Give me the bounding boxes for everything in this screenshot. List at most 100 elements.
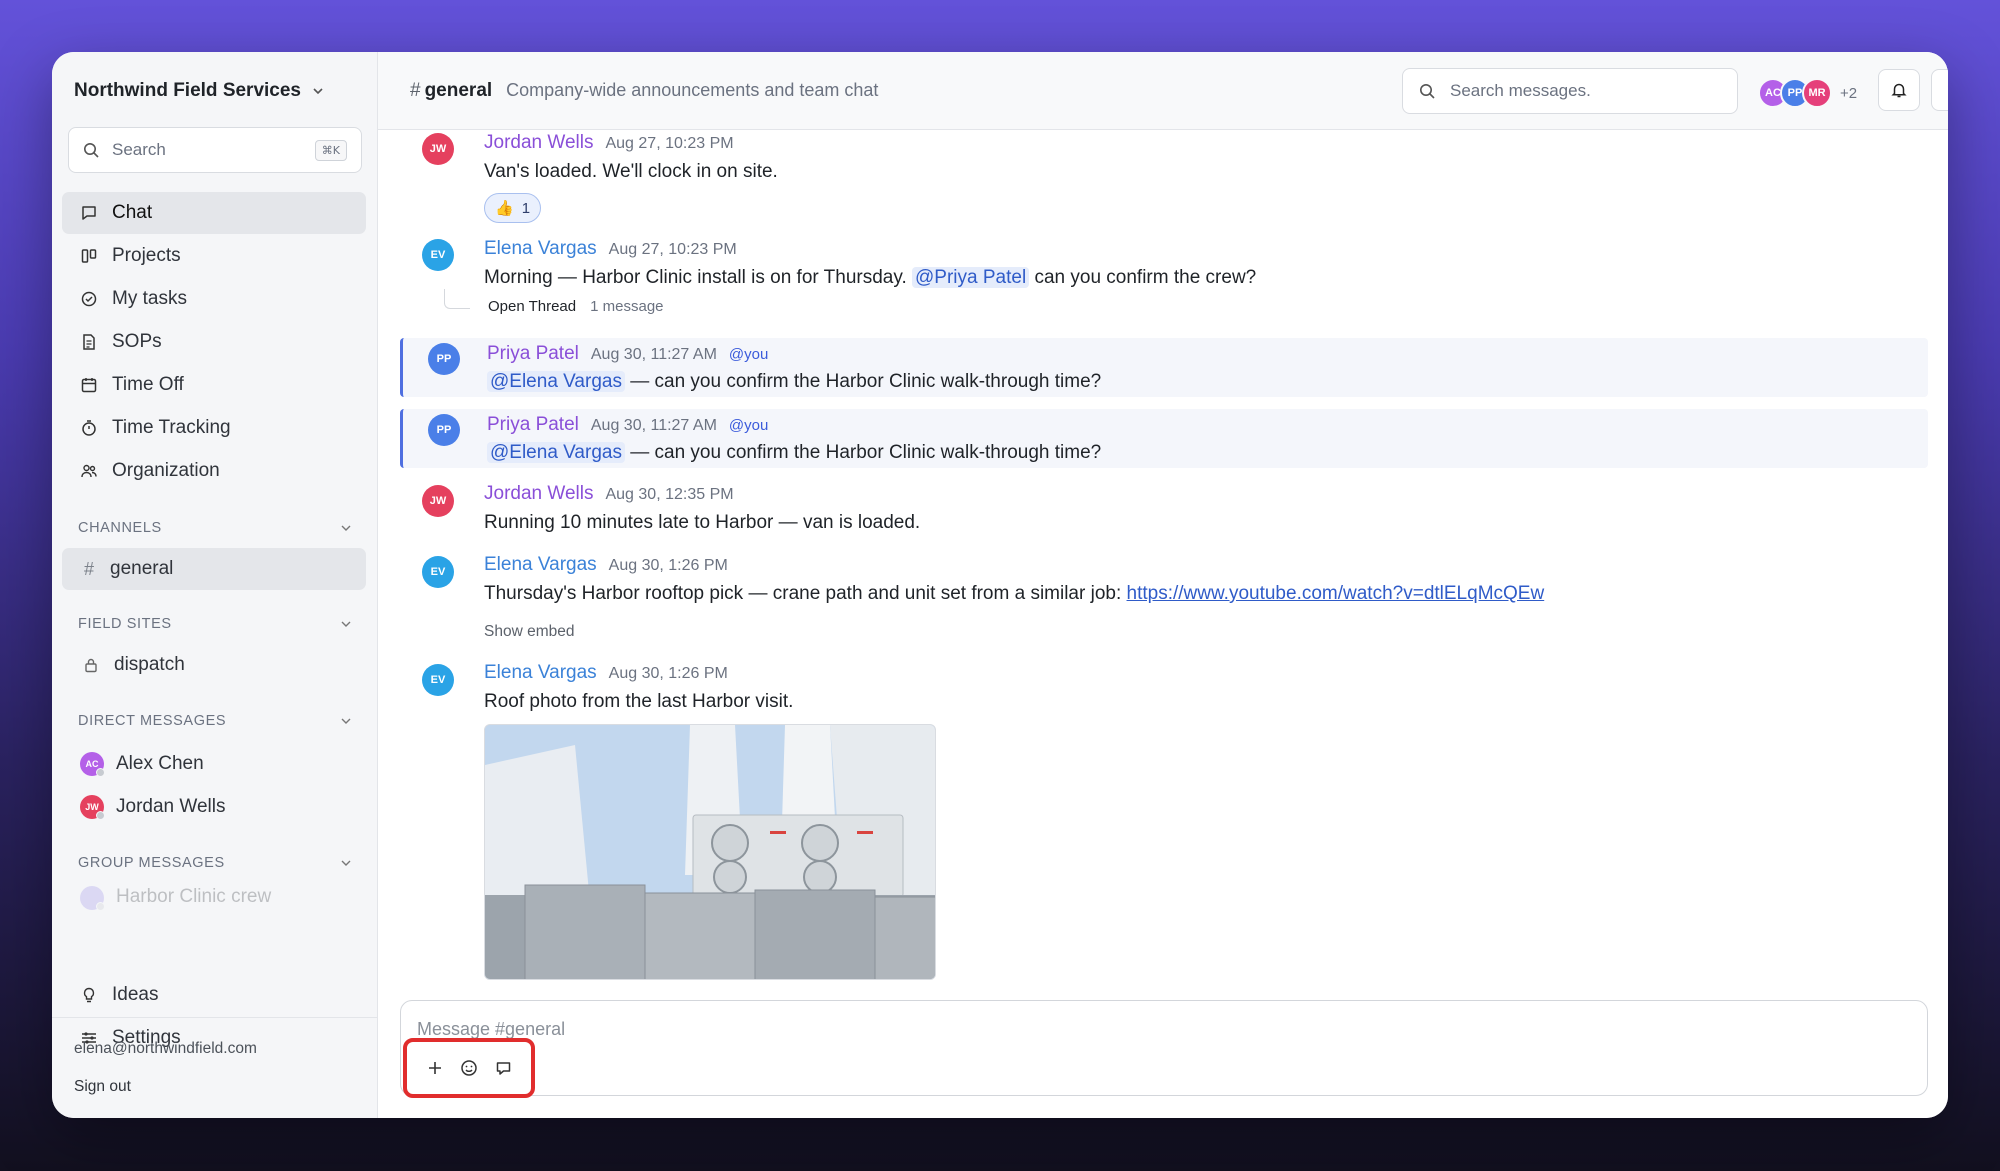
- nav-item-projects[interactable]: Projects: [62, 235, 366, 277]
- message-time: Aug 30, 12:35 PM: [605, 486, 734, 503]
- message-author[interactable]: Jordan Wells: [484, 483, 593, 505]
- check-circle-icon: [81, 291, 97, 307]
- message-item-highlighted[interactable]: PP Priya Patel Aug 30, 11:27 AM @you @El…: [400, 338, 1928, 397]
- people-icon: [81, 464, 97, 478]
- chevron-down-icon: [341, 621, 351, 627]
- dm-item-jordan-wells[interactable]: JW Jordan Wells: [62, 786, 366, 828]
- channel-description: Company-wide announcements and team chat: [506, 80, 879, 100]
- member-avatars[interactable]: AC PP MR +2: [1758, 78, 1857, 108]
- message-link[interactable]: https://www.youtube.com/watch?v=dtlELqMc…: [1127, 583, 1545, 604]
- message-item-highlighted[interactable]: PP Priya Patel Aug 30, 11:27 AM @you @El…: [400, 409, 1928, 468]
- message-time: Aug 30, 11:27 AM: [590, 346, 717, 363]
- message-author[interactable]: Elena Vargas: [484, 554, 597, 576]
- thread-label: Open Thread: [488, 298, 577, 315]
- thread-count: 1 message: [590, 298, 664, 315]
- message-search-placeholder: Search messages.: [1450, 81, 1591, 100]
- workspace-switcher[interactable]: Northwind Field Services: [74, 80, 325, 102]
- message-item[interactable]: EV Elena Vargas Aug 30, 1:26 PM Thursday…: [400, 554, 1928, 649]
- message-header: Jordan Wells Aug 30, 12:35 PM: [484, 483, 734, 505]
- message-text: Roof photo from the last Harbor visit.: [484, 691, 794, 712]
- chat-main: # general Company-wide announcements and …: [378, 52, 1948, 1118]
- section-channels[interactable]: CHANNELS: [78, 520, 352, 536]
- message-author[interactable]: Jordan Wells: [484, 132, 593, 154]
- search-icon: [84, 142, 99, 158]
- mention-chip[interactable]: @Priya Patel: [912, 267, 1030, 288]
- section-group-messages[interactable]: GROUP MESSAGES: [78, 855, 352, 871]
- avatar: EV: [422, 664, 454, 696]
- nav-item-time-off[interactable]: Time Off: [62, 364, 366, 406]
- composer-input[interactable]: Message #general: [417, 1019, 565, 1040]
- show-embed-button[interactable]: Show embed: [484, 623, 574, 641]
- open-thread-link[interactable]: Open Thread 1 message: [488, 298, 664, 315]
- message-item[interactable]: JW Jordan Wells Aug 30, 12:35 PM Running…: [400, 483, 1928, 543]
- avatar: JW: [80, 795, 105, 820]
- nav-item-ideas[interactable]: Ideas: [62, 974, 366, 1016]
- nav-item-chat[interactable]: Chat: [62, 192, 366, 234]
- channel-name: general: [424, 79, 493, 101]
- hash-icon: #: [410, 79, 421, 101]
- sidebar-search[interactable]: Search ⌘K: [68, 127, 362, 173]
- message-text: @Elena Vargas — can you confirm the Harb…: [487, 442, 1101, 464]
- account-panel: elena@northwindfield.com Sign out: [52, 1017, 377, 1118]
- add-attachment-button[interactable]: [425, 1058, 445, 1078]
- smiley-icon: [461, 1060, 477, 1076]
- mention-chip[interactable]: @Elena Vargas: [487, 442, 625, 463]
- calendar-icon: [81, 378, 97, 393]
- message-list: JW Jordan Wells Aug 27, 10:23 PM Van's l…: [378, 130, 1948, 1050]
- rooftop-hvac-image: [485, 725, 935, 979]
- document-icon: [83, 334, 95, 350]
- bell-icon: [1891, 83, 1907, 98]
- channel-item-general[interactable]: # general: [62, 548, 366, 590]
- message-item[interactable]: EV Elena Vargas Aug 27, 10:23 PM Morning…: [400, 236, 1928, 326]
- search-icon: [1420, 83, 1435, 99]
- channel-header: # general Company-wide announcements and …: [378, 52, 1948, 130]
- message-time: Aug 30, 11:27 AM: [590, 417, 717, 434]
- section-field-sites[interactable]: FIELD SITES: [78, 616, 352, 632]
- nav-item-sops[interactable]: SOPs: [62, 321, 366, 363]
- main-nav: Chat Projects My tasks SOPs Time Off Tim…: [62, 192, 366, 493]
- account-email: elena@northwindfield.com: [74, 1040, 257, 1057]
- channel-label: general: [110, 558, 174, 579]
- dm-item-alex-chen[interactable]: AC Alex Chen: [62, 743, 366, 785]
- message-author[interactable]: Elena Vargas: [484, 662, 597, 684]
- help-button[interactable]: ?: [1931, 69, 1948, 111]
- lightbulb-icon: [83, 987, 95, 1003]
- section-title: FIELD SITES: [78, 616, 172, 632]
- chevron-down-icon: [341, 718, 351, 724]
- message-author[interactable]: Priya Patel: [487, 343, 579, 365]
- message-author[interactable]: Elena Vargas: [484, 238, 597, 260]
- section-direct-messages[interactable]: DIRECT MESSAGES: [78, 713, 352, 729]
- avatar: JW: [422, 133, 454, 165]
- message-author[interactable]: Priya Patel: [487, 414, 579, 436]
- nav-item-organization[interactable]: Organization: [62, 450, 366, 492]
- message-text-part: Thursday's Harbor rooftop pick — crane p…: [484, 583, 1122, 604]
- message-text-part: — can you confirm the Harbor Clinic walk…: [630, 371, 1102, 392]
- nav-label: Organization: [112, 460, 220, 481]
- nav-item-time-tracking[interactable]: Time Tracking: [62, 407, 366, 449]
- nav-label: My tasks: [112, 288, 187, 309]
- plus-icon: [429, 1062, 441, 1074]
- notifications-button[interactable]: [1878, 69, 1920, 111]
- nav-item-my-tasks[interactable]: My tasks: [62, 278, 366, 320]
- reaction-chip[interactable]: 👍 1: [484, 193, 542, 223]
- avatar: EV: [422, 239, 454, 271]
- message-search[interactable]: Search messages.: [1402, 68, 1738, 114]
- nav-label: Ideas: [112, 984, 159, 1005]
- message-text: Van's loaded. We'll clock in on site.: [484, 161, 778, 182]
- message-item[interactable]: EV Elena Vargas Aug 30, 1:26 PM Roof pho…: [400, 662, 1928, 1002]
- help-icon: ?: [1947, 80, 1948, 100]
- emoji-button[interactable]: [459, 1058, 479, 1078]
- message-composer[interactable]: Message #general: [400, 1000, 1928, 1098]
- message-text-part: — can you confirm the Harbor Clinic walk…: [630, 442, 1102, 463]
- nav-label: Time Tracking: [112, 417, 231, 438]
- comment-button[interactable]: [493, 1058, 513, 1078]
- channel-item-dispatch[interactable]: dispatch: [62, 644, 366, 686]
- mention-chip[interactable]: @Elena Vargas: [487, 371, 625, 392]
- nav-label: Projects: [112, 245, 181, 266]
- group-item-harbor-clinic-crew[interactable]: Harbor Clinic crew: [62, 886, 366, 910]
- message-header: Jordan Wells Aug 27, 10:23 PM: [484, 132, 734, 154]
- roof-photo-attachment[interactable]: [484, 724, 936, 980]
- sign-out-link[interactable]: Sign out: [74, 1078, 355, 1096]
- section-title: DIRECT MESSAGES: [78, 713, 227, 729]
- message-item[interactable]: JW Jordan Wells Aug 27, 10:23 PM Van's l…: [400, 130, 1928, 230]
